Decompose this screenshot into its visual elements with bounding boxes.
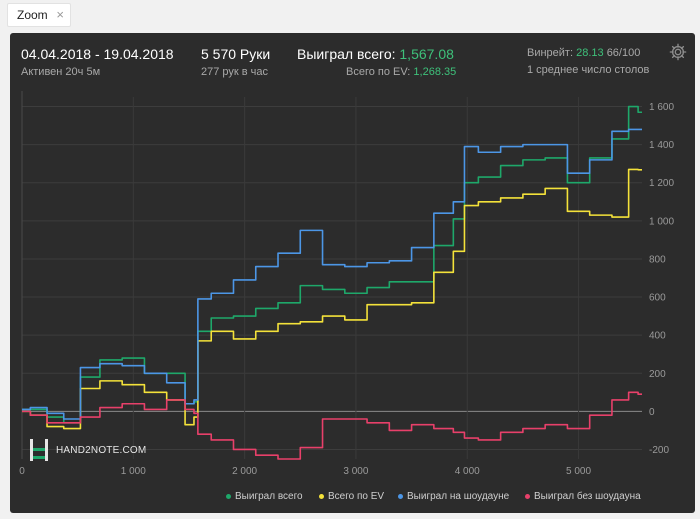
x-tick-label: 5 000 [566,466,591,477]
x-tick-label: 3 000 [343,466,368,477]
legend-non-showdown[interactable]: Выиграл без шоудауна [525,491,641,502]
x-tick-label: 0 [19,466,25,477]
legend-label: Всего по EV [328,491,385,502]
y-tick-label: 600 [649,293,666,304]
stats-panel: 04.04.2018 - 19.04.2018 Активен 20ч 5м 5… [10,33,695,513]
legend-dot [319,493,324,499]
legend-won-total[interactable]: Выиграл всего [226,491,303,502]
y-tick-label: 200 [649,369,666,380]
hand2note-logo-icon [30,439,48,461]
legend-label: Выиграл без шоудауна [534,491,641,502]
series-line [22,168,642,430]
y-tick-label: 1 000 [649,216,674,227]
y-tick-label: 1 600 [649,102,674,113]
y-tick-label: 1 200 [649,178,674,189]
y-tick-label: 800 [649,254,666,265]
legend-dot [525,493,530,499]
logo-text: HAND2NOTE.COM [56,444,147,456]
x-tick-label: 4 000 [455,466,480,477]
legend-ev[interactable]: Всего по EV [319,491,384,502]
series-line [22,128,642,420]
legend-showdown[interactable]: Выиграл на шоудауне [398,491,509,502]
y-tick-label: -200 [649,445,669,456]
legend-label: Выиграл всего [235,491,303,502]
legend-label: Выиграл на шоудауне [407,491,510,502]
tab-zoom[interactable]: Zoom × [7,3,71,27]
legend-dot [226,493,231,499]
y-tick-label: 1 400 [649,140,674,151]
tab-label: Zoom [17,8,48,22]
legend-dot [398,493,403,499]
hand2note-logo: HAND2NOTE.COM [30,439,146,461]
x-tick-label: 1 000 [121,466,146,477]
y-tick-label: 400 [649,331,666,342]
close-icon[interactable]: × [56,7,64,22]
x-tick-label: 2 000 [232,466,257,477]
y-tick-label: 0 [649,407,655,418]
